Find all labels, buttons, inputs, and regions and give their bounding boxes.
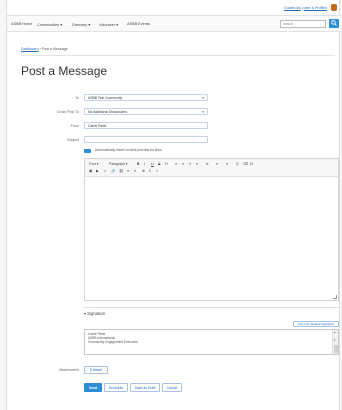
- text-color-icon[interactable]: A: [206, 162, 208, 166]
- align-center-icon[interactable]: ≡: [182, 162, 184, 166]
- crosspost-select[interactable]: No Additional Discussions ▾: [84, 108, 208, 115]
- numbered-list-icon[interactable]: ≡: [226, 162, 228, 166]
- heading-button[interactable]: H: [165, 162, 168, 166]
- align-justify-icon[interactable]: ≡: [196, 162, 198, 166]
- magnifier-icon: [331, 19, 337, 26]
- strike-button[interactable]: S: [158, 162, 160, 166]
- outdent-icon[interactable]: ≡: [127, 169, 129, 173]
- page-title: Post a Message: [21, 64, 108, 78]
- breadcrumb-root[interactable]: Dashboard: [21, 47, 39, 51]
- divider: [21, 55, 335, 56]
- special-char-icon[interactable]: Ω: [250, 162, 253, 166]
- include-preview-toggle[interactable]: [84, 149, 91, 153]
- scroll-down-icon[interactable]: ▾: [334, 338, 336, 342]
- signature-scrollbar[interactable]: ▴ ▾: [332, 330, 338, 354]
- image-icon[interactable]: ▣: [89, 169, 92, 173]
- nav-item-communities[interactable]: Communities ▾: [37, 22, 62, 27]
- message-editor[interactable]: Font ▾ Paragraph ▾ B I U S H ≡ ≡ ≡ ≡ A ≡…: [84, 158, 339, 301]
- paperclip-icon: ⚲: [89, 368, 93, 372]
- editor-toolbar: Font ▾ Paragraph ▾ B I U S H ≡ ≡ ≡ ≡ A ≡…: [85, 159, 338, 177]
- unlink-icon[interactable]: ⛓: [119, 169, 124, 173]
- from-field[interactable]: Carrie Redd: [84, 122, 208, 129]
- crosspost-label: Cross Post To: [56, 110, 79, 114]
- align-left-icon[interactable]: ≡: [175, 162, 177, 166]
- insert-icon[interactable]: ⊕: [142, 169, 145, 173]
- page-container: Guides list | user & Profiles ASBB Home …: [6, 0, 341, 410]
- nav-item-home[interactable]: ASBB Home: [11, 22, 32, 26]
- scroll-up-icon[interactable]: ▴: [334, 330, 336, 334]
- include-preview-label: Automatically insert content preview for…: [95, 148, 162, 152]
- user-avatar-icon[interactable]: [331, 4, 337, 11]
- cancel-button[interactable]: Cancel: [162, 383, 182, 392]
- attach-button[interactable]: ⚲ Attach: [84, 366, 108, 374]
- sigma-icon[interactable]: Σ: [149, 169, 151, 173]
- attachments-label: Attachments: [59, 368, 79, 372]
- paragraph-dropdown[interactable]: Paragraph ▾: [109, 162, 128, 166]
- nav-item-directory[interactable]: Directory ▾: [72, 22, 90, 27]
- to-label: To: [75, 96, 79, 100]
- top-utility-bar: Guides list | user & Profiles: [7, 0, 341, 12]
- clear-format-icon[interactable]: ⌫: [243, 162, 248, 166]
- subject-field[interactable]: [84, 136, 208, 143]
- from-label: From: [70, 124, 79, 128]
- resize-handle-icon[interactable]: [333, 295, 337, 299]
- bullet-list-icon[interactable]: ≡: [216, 162, 218, 166]
- table-icon[interactable]: ⌗: [156, 169, 158, 173]
- chevron-down-icon: ▾: [202, 96, 204, 100]
- use-default-signature-button[interactable]: Use Your Default Signature: [293, 321, 339, 327]
- breadcrumb: Dashboard › Post a Message: [21, 47, 68, 51]
- top-link-guides[interactable]: Guides list: [284, 6, 301, 10]
- indent-icon[interactable]: ≡: [134, 169, 136, 173]
- align-right-icon[interactable]: ≡: [189, 162, 191, 166]
- nav-item-volunteer[interactable]: Volunteer ▾: [99, 22, 118, 27]
- breadcrumb-current: Post a Message: [41, 47, 68, 51]
- search-button[interactable]: [329, 19, 339, 28]
- nav-item-events[interactable]: ASBB Events: [127, 22, 150, 26]
- to-select[interactable]: ASBB Test Community ▾: [84, 94, 208, 101]
- bold-button[interactable]: B: [137, 162, 140, 166]
- search-input[interactable]: search: [280, 20, 326, 28]
- underline-button[interactable]: U: [151, 162, 154, 166]
- signature-textarea[interactable]: Carrie Redd ASBB International Community…: [84, 329, 339, 355]
- link-icon[interactable]: 🔗: [111, 169, 115, 173]
- font-dropdown[interactable]: Font ▾: [89, 162, 98, 166]
- top-link-profile[interactable]: user & Profiles: [304, 6, 327, 10]
- signature-line: Community Engagement Executive: [88, 340, 138, 345]
- send-button[interactable]: Send: [84, 383, 102, 392]
- emoji-icon[interactable]: ☺: [103, 169, 107, 173]
- subject-label: Subject: [67, 138, 79, 142]
- media-icon[interactable]: ▶: [96, 169, 99, 173]
- italic-button[interactable]: I: [144, 162, 145, 166]
- scroll-thumb[interactable]: [334, 345, 338, 353]
- signature-divider: [83, 307, 339, 308]
- signature-toggle[interactable]: ▾ Signature: [84, 311, 105, 316]
- paste-icon[interactable]: ⎘: [236, 162, 239, 166]
- save-draft-button[interactable]: Save as Draft: [130, 383, 160, 392]
- schedule-button[interactable]: Schedule: [104, 383, 128, 392]
- main-nav: ASBB Home Communities ▾ Directory ▾ Volu…: [7, 15, 341, 32]
- chevron-down-icon: ▾: [202, 110, 204, 114]
